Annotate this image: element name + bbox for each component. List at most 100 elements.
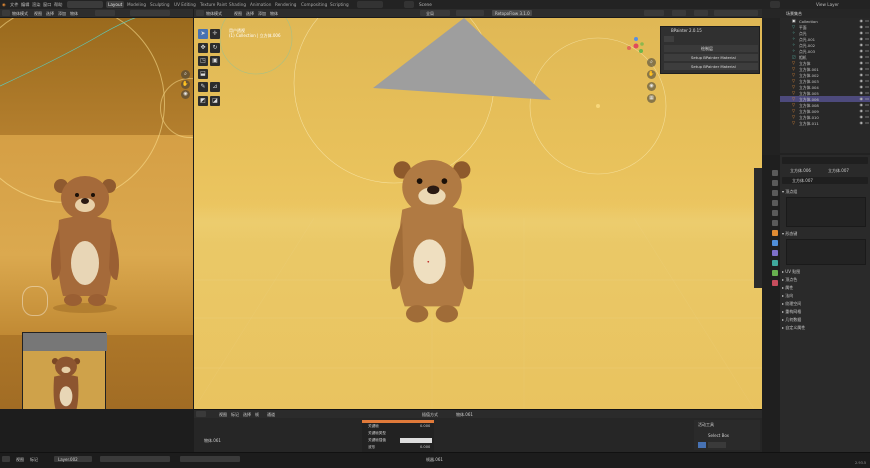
timeline-menu-frame[interactable]: 帧 <box>255 412 259 418</box>
extra-tabs[interactable] <box>357 1 383 8</box>
outliner-row[interactable]: ▽ 立方体.005 ◉ ▭ <box>780 90 870 96</box>
properties-search[interactable] <box>782 157 868 164</box>
rotate-tool-icon[interactable]: ↻ <box>210 43 220 53</box>
main-3d-viewport[interactable]: 用户透视 (1) Collection | 立方体.006 ➤ ✛ ✥ ↻ ◳ … <box>194 18 762 409</box>
camera-view-icon[interactable]: ◉ <box>181 90 190 99</box>
left-menu-select[interactable]: 选择 <box>46 11 54 17</box>
section-vertex-groups[interactable]: ▾ 顶点组 <box>782 189 868 195</box>
main-menu-view[interactable]: 视图 <box>234 11 242 17</box>
main-menu-select[interactable]: 选择 <box>246 11 254 17</box>
outliner-row[interactable]: ▣ Collection ◉ ▭ <box>780 18 870 24</box>
outliner[interactable]: ▣ Collection ◉ ▭ ▽ 平面 ◉ ▭ ✧ 点光 ◉ ▭ ✧ 点光.001 ◉ ▭ ✧ 点光.… <box>780 18 870 153</box>
section-uv-maps[interactable]: ▸ UV 贴图 <box>782 269 868 275</box>
measure-tool-icon[interactable]: ✎ <box>198 82 208 92</box>
status-menu-marker[interactable]: 标记 <box>30 457 38 463</box>
main-mode-select[interactable]: 物体模式 <box>206 11 222 17</box>
extra-tool-icon[interactable]: ◪ <box>210 96 220 106</box>
annotate-tool-icon[interactable]: ⬓ <box>198 69 208 79</box>
data-props-icon[interactable] <box>772 270 778 276</box>
main-menu-object[interactable]: 物体 <box>270 11 278 17</box>
select-mode-icon[interactable] <box>698 442 706 448</box>
viewport-ortho-icon[interactable]: ▦ <box>647 94 656 103</box>
view-layer-props-icon[interactable] <box>772 200 778 206</box>
timeline-menu-marker[interactable]: 标记 <box>231 412 239 418</box>
world-props-icon[interactable] <box>772 220 778 226</box>
outliner-row[interactable]: ▽ 立方体 ◉ ▭ <box>780 60 870 66</box>
cursor-tool-icon[interactable]: ✛ <box>210 29 220 39</box>
field-white-slider[interactable] <box>400 438 432 443</box>
outliner-row[interactable]: ✧ 点光.002 ◉ ▭ <box>780 42 870 48</box>
add-cube-tool-icon[interactable]: ◩ <box>198 96 208 106</box>
editor-type-icon[interactable] <box>2 10 10 16</box>
transform-tool-icon[interactable]: ▣ <box>210 56 220 66</box>
menu-help[interactable]: 帮助 <box>54 2 62 8</box>
view-layer-name[interactable]: View Layer <box>816 2 839 7</box>
camera-preview[interactable] <box>22 332 107 409</box>
viewport-pan-icon[interactable]: ✋ <box>647 70 656 79</box>
tab-shading[interactable]: Shading <box>227 1 248 8</box>
outliner-row[interactable]: ▽ 立方体.008 ◉ ▭ <box>780 102 870 108</box>
main-menu-add[interactable]: 添加 <box>258 11 266 17</box>
section-remesh[interactable]: ▸ 重构网格 <box>782 309 868 315</box>
left-menu-add[interactable]: 添加 <box>58 11 66 17</box>
mode-display[interactable] <box>67 1 103 8</box>
timeline-menu-select[interactable]: 选择 <box>243 412 251 418</box>
gizmo-toggles[interactable] <box>672 10 686 16</box>
section-normals[interactable]: ▸ 法向 <box>782 293 868 299</box>
scene-selector-icon[interactable] <box>404 1 414 8</box>
overlay-toggles[interactable] <box>694 10 708 16</box>
outliner-row[interactable]: ▽ 立方体.011 ◉ ▭ <box>780 120 870 126</box>
menu-edit[interactable]: 编辑 <box>21 2 29 8</box>
left-transform-select[interactable] <box>95 10 115 16</box>
left-header-tools[interactable] <box>130 10 170 16</box>
section-shape-keys[interactable]: ▾ 形态键 <box>782 231 868 237</box>
section-vertex-colors[interactable]: ▸ 顶点色 <box>782 277 868 283</box>
section-custom-properties[interactable]: ▸ 自定义属性 <box>782 325 868 331</box>
outliner-row[interactable]: ▽ 平面 ◉ ▭ <box>780 24 870 30</box>
viewport-camera-icon[interactable]: ◉ <box>647 82 656 91</box>
main-editor-type-icon[interactable] <box>196 10 204 16</box>
select-box-label[interactable]: Select Box <box>708 433 729 438</box>
outliner-row-selected[interactable]: ▽ 立方体.006 ◉ ▭ <box>780 96 870 102</box>
tab-texture-paint[interactable]: Texture Paint <box>198 1 229 8</box>
tab-animation[interactable]: Animation <box>248 1 273 8</box>
left-render-view[interactable]: 相机透视 (1) Collection | 立方体.006 Rendering … <box>0 18 193 409</box>
left-mode-select[interactable]: 物体模式 <box>12 11 28 17</box>
select-tool-icon[interactable]: ➤ <box>198 29 208 39</box>
snap-tools[interactable] <box>456 10 484 16</box>
status-menu-view[interactable]: 视图 <box>16 457 24 463</box>
tab-modeling[interactable]: Modeling <box>125 1 148 8</box>
view-layer-icon[interactable] <box>770 1 780 8</box>
tool-props-icon[interactable] <box>772 170 778 176</box>
tab-uv-editing[interactable]: UV Editing <box>172 1 198 8</box>
pan-hand-icon[interactable]: ✋ <box>181 80 190 89</box>
timeline-editor-type-icon[interactable] <box>196 411 206 417</box>
tab-sculpting[interactable]: Sculpting <box>148 1 172 8</box>
tab-compositing[interactable]: Compositing <box>299 1 329 8</box>
scale-tool-icon[interactable]: ◳ <box>198 56 208 66</box>
visibility-toggles[interactable] <box>644 10 664 16</box>
tab-scripting[interactable]: Scripting <box>328 1 351 8</box>
field-value-3[interactable]: 0.000 <box>420 445 430 449</box>
zoom-icon[interactable]: ⌕ <box>181 70 190 79</box>
section-geometry-data[interactable]: ▸ 几何数据 <box>782 317 868 323</box>
object-label[interactable]: 物体.061 <box>456 412 473 418</box>
menu-file[interactable]: 文件 <box>10 2 18 8</box>
outliner-row[interactable]: ✧ 点光.001 ◉ ▭ <box>780 36 870 42</box>
timeline-menu-view[interactable]: 视图 <box>219 412 227 418</box>
blender-logo-icon[interactable]: ◉ <box>2 2 6 7</box>
transform-orientation[interactable] <box>420 10 450 16</box>
vertex-groups-list[interactable] <box>786 197 866 227</box>
outliner-row[interactable]: ✧ 点光 ◉ ▭ <box>780 30 870 36</box>
shading-modes[interactable] <box>714 10 758 16</box>
outliner-row[interactable]: ▽ 立方体.010 ◉ ▭ <box>780 114 870 120</box>
field-value-0[interactable]: 0.000 <box>420 424 430 428</box>
left-menu-object[interactable]: 物体 <box>70 11 78 17</box>
status-editor-icon[interactable] <box>2 456 10 462</box>
status-tools[interactable] <box>100 456 170 462</box>
tab-layout[interactable]: Layout <box>106 1 125 8</box>
outliner-row[interactable]: ▽ 立方体.004 ◉ ▭ <box>780 84 870 90</box>
viewport-zoom-icon[interactable]: ⌕ <box>647 58 656 67</box>
ruler-tool-icon[interactable]: ⊿ <box>210 82 220 92</box>
tab-rendering[interactable]: Rendering <box>273 1 298 8</box>
